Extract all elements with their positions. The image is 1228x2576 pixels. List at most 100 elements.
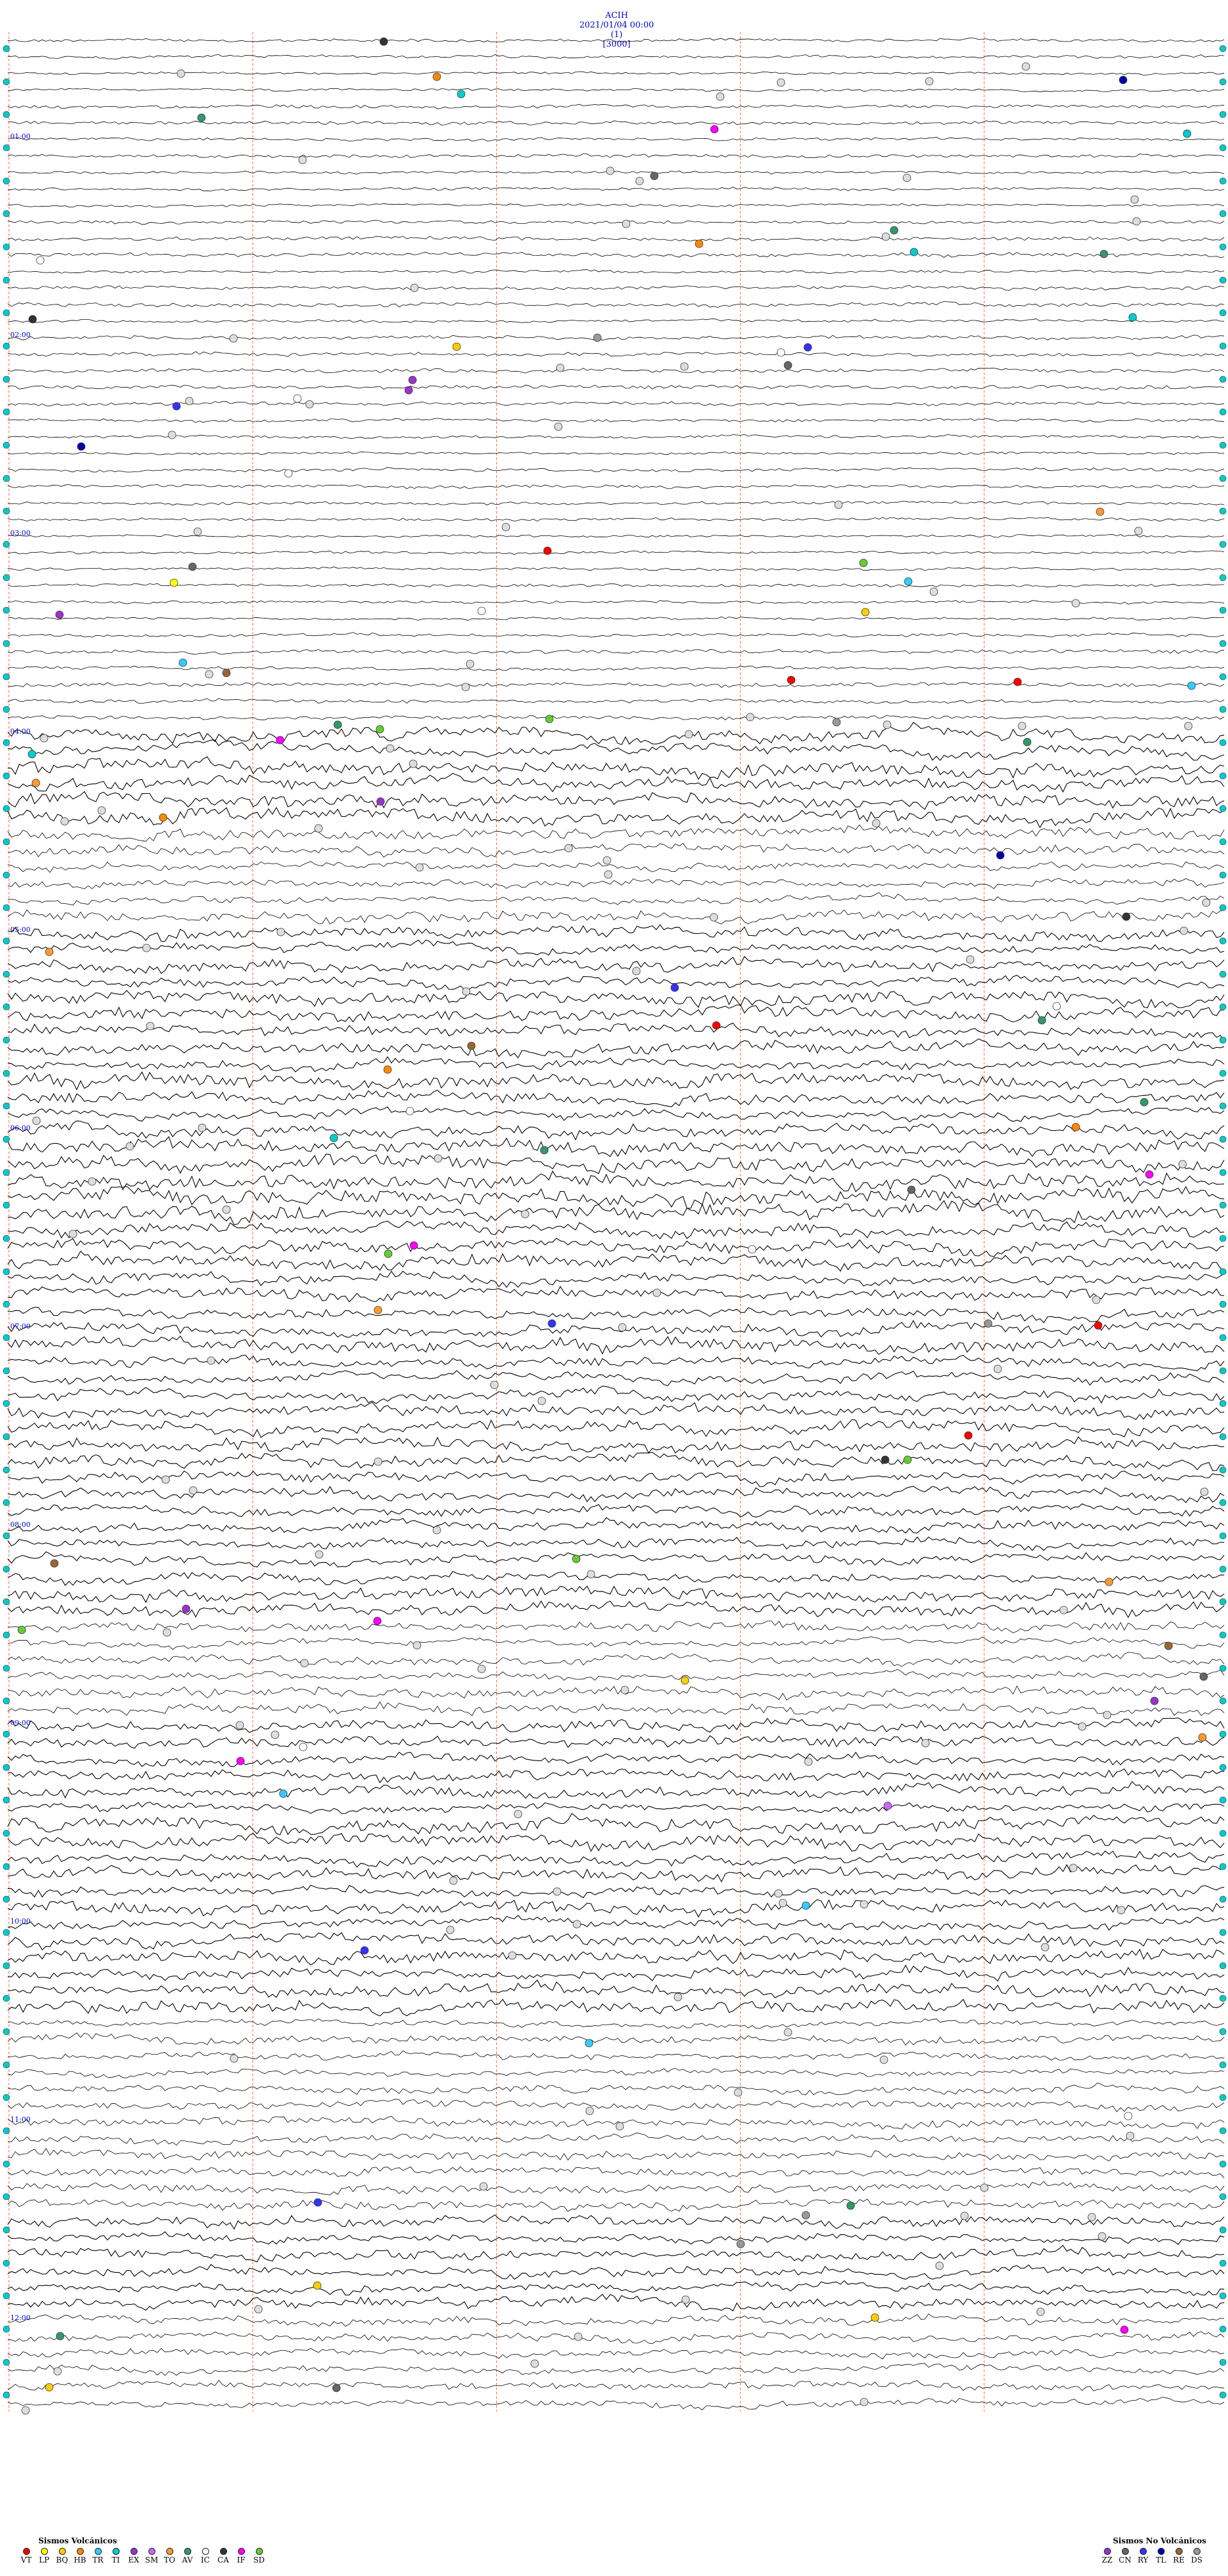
seismic-trace-line (7, 1355, 1225, 1371)
event-marker (386, 744, 395, 753)
ti-event-marker (3, 177, 10, 185)
ti-event-marker (1219, 78, 1227, 86)
ti-event-marker (1219, 243, 1227, 251)
event-marker (207, 1356, 216, 1365)
ti-event-marker (1219, 1863, 1227, 1870)
legend-code: RE (1173, 2556, 1185, 2564)
event-marker (604, 870, 613, 879)
seismic-trace-line (7, 2264, 1225, 2280)
event-marker (379, 37, 388, 46)
ti-event-marker (3, 210, 10, 217)
seismic-trace-line (7, 1517, 1225, 1534)
seismic-trace-line (7, 2380, 1225, 2392)
event-marker (1178, 1160, 1187, 1169)
seismic-trace-line (7, 1089, 1225, 1107)
event-marker (457, 90, 466, 99)
event-marker (774, 1889, 783, 1898)
ti-event-marker (1219, 1697, 1227, 1705)
seismic-trace-line (7, 1948, 1225, 1966)
event-marker (374, 1306, 382, 1315)
seismic-trace-line (7, 1402, 1225, 1420)
event-marker (545, 715, 554, 723)
ti-event-marker (3, 1102, 10, 1110)
time-label: 11:00 (10, 2115, 31, 2124)
legend-volcanic-vt: VT (19, 2548, 33, 2564)
legend-dot-icon (219, 2548, 227, 2555)
ti-event-marker (1219, 2359, 1227, 2366)
legend-nonvolcanic-tl: TL (1154, 2548, 1168, 2564)
ti-event-marker (3, 739, 10, 747)
time-label: 06:00 (10, 1124, 31, 1132)
event-marker (1099, 249, 1108, 258)
ti-event-marker (3, 805, 10, 812)
legend-dot-icon (112, 2548, 120, 2555)
time-label: 02:00 (10, 331, 31, 339)
event-marker (45, 947, 54, 956)
event-marker (574, 2332, 583, 2341)
event-marker (146, 1022, 155, 1031)
event-marker (966, 955, 975, 964)
ti-event-marker (3, 772, 10, 780)
seismic-trace-line (7, 451, 1225, 455)
legend-code: RY (1137, 2556, 1149, 2564)
ti-event-marker (3, 342, 10, 350)
event-marker (1130, 195, 1139, 204)
ti-event-marker (3, 2226, 10, 2234)
ti-event-marker (3, 1334, 10, 1341)
seismic-trace-line (7, 1833, 1225, 1853)
event-marker (861, 608, 870, 617)
legend-code: TO (164, 2556, 175, 2564)
ti-event-marker (3, 1895, 10, 1903)
event-marker (276, 928, 285, 936)
seismic-trace-line (7, 1386, 1225, 1404)
time-label: 07:00 (10, 1322, 31, 1331)
ti-event-marker (3, 2127, 10, 2135)
event-marker (921, 1739, 930, 1748)
ti-event-marker (1219, 2028, 1227, 2035)
event-marker (185, 397, 194, 406)
event-marker (572, 1920, 581, 1929)
ti-event-marker (1219, 739, 1227, 747)
event-marker (996, 851, 1005, 860)
legend-code: CN (1119, 2556, 1131, 2564)
ti-event-marker (1219, 1962, 1227, 1970)
event-marker (373, 1616, 382, 1625)
event-marker (1105, 1577, 1114, 1586)
event-marker (360, 1946, 369, 1955)
event-marker (776, 348, 785, 357)
legend-volcanic-title: Sismos Volcánicos (38, 2536, 117, 2545)
legend-volcanic: Sismos Volcánicos VT LP BQ HB TR TI EX SM TO AV IC… (19, 2536, 266, 2564)
event-marker (315, 1550, 324, 1559)
legend-dot-icon (1193, 2548, 1200, 2555)
event-marker (1096, 507, 1105, 516)
seismic-trace-line (7, 2099, 1225, 2113)
seismic-trace-line (7, 990, 1225, 1009)
ti-event-marker (1219, 2094, 1227, 2101)
legend-volcanic-if: IF (234, 2548, 248, 2564)
ti-event-marker (1219, 375, 1227, 383)
event-marker (1126, 2131, 1135, 2140)
event-marker (276, 736, 285, 745)
seismic-trace-line (7, 2348, 1225, 2360)
seismic-trace-line (7, 1850, 1225, 1868)
seismic-trace-line (7, 1735, 1225, 1749)
event-marker (97, 806, 106, 815)
ti-event-marker (3, 1235, 10, 1242)
event-marker (547, 1319, 556, 1328)
ti-event-marker (1219, 606, 1227, 614)
event-marker (1128, 313, 1137, 322)
seismic-trace-line (7, 1106, 1225, 1123)
event-marker (467, 1041, 476, 1050)
event-marker (1164, 1641, 1173, 1650)
ti-event-marker (1219, 805, 1227, 812)
ti-event-marker (1219, 1201, 1227, 1209)
event-marker (452, 342, 461, 351)
ti-event-marker (1219, 904, 1227, 912)
ti-event-marker (3, 2259, 10, 2267)
ti-event-marker (3, 838, 10, 846)
event-marker (681, 1676, 689, 1685)
ti-event-marker (3, 606, 10, 614)
event-marker (710, 125, 719, 134)
event-marker (1183, 129, 1192, 138)
ti-event-marker (3, 1300, 10, 1308)
